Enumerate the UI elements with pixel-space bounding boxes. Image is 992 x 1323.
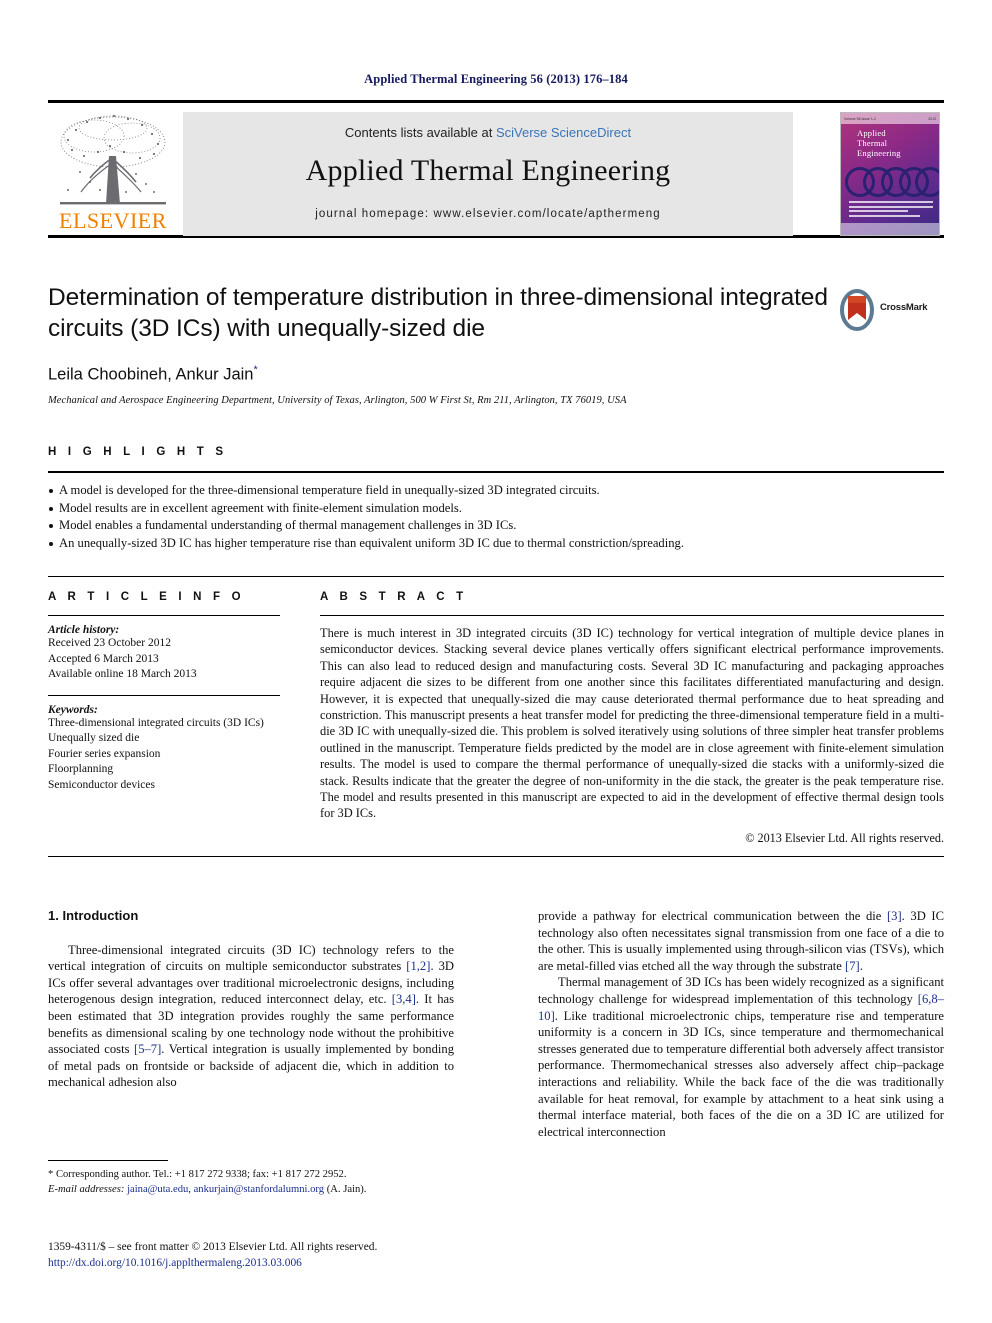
- corresponding-author-footnote: * Corresponding author. Tel.: +1 817 272…: [48, 1160, 454, 1197]
- body-paragraph: Three-dimensional integrated circuits (3…: [48, 942, 454, 1091]
- page-footer: 1359-4311/$ – see front matter © 2013 El…: [48, 1240, 508, 1271]
- email-owner-name: (A. Jain).: [324, 1183, 367, 1195]
- paragraph-text: provide a pathway for electrical communi…: [538, 909, 887, 923]
- cover-title-line1: Applied: [857, 128, 886, 138]
- contents-available-line: Contents lists available at SciVerse Sci…: [183, 125, 793, 140]
- highlights-divider: [48, 471, 944, 473]
- paragraph-text: Thermal management of 3D ICs has been wi…: [538, 975, 944, 1006]
- article-info-divider: [48, 615, 280, 616]
- highlight-item: Model enables a fundamental understandin…: [48, 517, 944, 535]
- highlight-item: An unequally-sized 3D IC has higher temp…: [48, 535, 944, 553]
- keyword-item: Fourier series expansion: [48, 747, 161, 760]
- keyword-item: Unequally sized die: [48, 732, 140, 744]
- article-history-accepted: Accepted 6 March 2013: [48, 652, 159, 665]
- citation-link[interactable]: [3]: [887, 909, 902, 923]
- title-block: Determination of temperature distributio…: [48, 282, 838, 406]
- journal-masthead: ELSEVIER Contents lists available at Sci…: [48, 100, 944, 238]
- abstract-text: There is much interest in 3D integrated …: [320, 626, 944, 821]
- article-info-column: A R T I C L E I N F O Article history: R…: [48, 591, 280, 793]
- cover-title-line3: Engineering: [857, 148, 901, 158]
- keyword-item: Floorplanning: [48, 763, 114, 775]
- body-paragraph: provide a pathway for electrical communi…: [538, 908, 944, 974]
- abstract-copyright: © 2013 Elsevier Ltd. All rights reserved…: [745, 830, 944, 845]
- issn-copyright-line: 1359-4311/$ – see front matter © 2013 El…: [48, 1241, 378, 1253]
- keywords-heading: Keywords:: [48, 703, 98, 716]
- highlight-item: A model is developed for the three-dimen…: [48, 482, 944, 500]
- elsevier-wordmark: ELSEVIER: [59, 208, 167, 233]
- abstract-column: A B S T R A C T There is much interest i…: [320, 591, 944, 846]
- keywords-divider: [48, 694, 280, 696]
- citation-link[interactable]: [1,2]: [406, 959, 430, 973]
- body-column-left: 1. Introduction Three-dimensional integr…: [48, 908, 454, 1091]
- cover-rings-graphic: [841, 165, 939, 197]
- abstract-divider: [320, 615, 944, 616]
- citation-link[interactable]: [5–7]: [134, 1042, 161, 1056]
- abstract-heading: A B S T R A C T: [320, 591, 468, 603]
- corresponding-author-marker: *: [253, 364, 258, 376]
- doi-link[interactable]: http://dx.doi.org/10.1016/j.applthermale…: [48, 1256, 508, 1272]
- author-names: Leila Choobineh, Ankur Jain: [48, 365, 254, 384]
- email-addresses-label: E-mail addresses:: [48, 1183, 125, 1195]
- keyword-item: Semiconductor devices: [48, 778, 155, 791]
- author-list: Leila Choobineh, Ankur Jain*: [48, 364, 838, 385]
- keyword-item: Three-dimensional integrated circuits (3…: [48, 716, 264, 729]
- highlights-list: A model is developed for the three-dimen…: [48, 482, 944, 552]
- affiliation: Mechanical and Aerospace Engineering Dep…: [48, 394, 627, 406]
- section-heading-introduction: 1. Introduction: [48, 908, 139, 923]
- crossmark-label: CrossMark: [880, 302, 928, 313]
- cover-title-line2: Thermal: [857, 138, 888, 148]
- body-paragraph: Thermal management of 3D ICs has been wi…: [538, 974, 944, 1140]
- journal-cover-thumbnail: Volume 56 Issue 1-2 2013 Applied Thermal…: [840, 112, 940, 236]
- cover-footer-lines: [849, 201, 933, 219]
- crossmark-icon: [840, 289, 874, 331]
- cover-bottom-band: [841, 223, 939, 235]
- article-page: Applied Thermal Engineering 56 (2013) 17…: [0, 0, 992, 1323]
- article-history-online: Available online 18 March 2013: [48, 668, 197, 680]
- info-abstract-bottom-divider: [48, 856, 944, 857]
- cover-volume-text: Volume 56 Issue 1-2: [844, 116, 876, 121]
- footnote-email-line: E-mail addresses: jaina@uta.edu, ankurja…: [48, 1183, 454, 1198]
- cover-top-bar: Volume 56 Issue 1-2 2013: [841, 113, 939, 124]
- email-link-primary[interactable]: jaina@uta.edu: [127, 1184, 188, 1195]
- journal-homepage-link[interactable]: journal homepage: www.elsevier.com/locat…: [183, 208, 793, 220]
- crossmark-badge[interactable]: CrossMark: [838, 288, 938, 334]
- footnote-divider: [48, 1160, 168, 1161]
- citation-link[interactable]: [7]: [845, 959, 860, 973]
- article-history-heading: Article history:: [48, 624, 120, 636]
- article-info-heading: A R T I C L E I N F O: [48, 591, 245, 603]
- highlights-heading: H I G H L I G H T S: [48, 446, 228, 458]
- highlights-section: H I G H L I G H T S A model is developed…: [48, 446, 944, 552]
- cover-title: Applied Thermal Engineering: [857, 128, 937, 158]
- elsevier-tree-icon: [60, 114, 166, 205]
- article-history-received: Received 23 October 2012: [48, 637, 171, 649]
- paragraph-text: Three-dimensional integrated circuits (3…: [48, 942, 454, 974]
- cover-year-text: 2013: [928, 116, 936, 121]
- highlight-item: Model results are in excellent agreement…: [48, 500, 944, 518]
- paragraph-text: . Like traditional microelectronic chips…: [538, 1008, 944, 1139]
- footnote-corresponding-line: * Corresponding author. Tel.: +1 817 272…: [48, 1169, 347, 1180]
- page-title: Determination of temperature distributio…: [48, 284, 828, 342]
- elsevier-logo: ELSEVIER: [52, 112, 174, 236]
- journal-info-box: Contents lists available at SciVerse Sci…: [183, 112, 793, 236]
- info-abstract-section: A R T I C L E I N F O Article history: R…: [48, 576, 944, 845]
- journal-title: Applied Thermal Engineering: [305, 154, 671, 187]
- email-link-secondary[interactable]: ankurjain@stanfordalumni.org: [194, 1184, 324, 1195]
- sciencedirect-link[interactable]: SciVerse ScienceDirect: [496, 125, 631, 140]
- body-column-right: provide a pathway for electrical communi…: [538, 908, 944, 1140]
- running-head: Applied Thermal Engineering 56 (2013) 17…: [364, 72, 628, 86]
- paragraph-text: .: [859, 958, 863, 973]
- citation-link[interactable]: [3,4]: [392, 992, 416, 1006]
- contents-prefix: Contents lists available at: [344, 125, 496, 140]
